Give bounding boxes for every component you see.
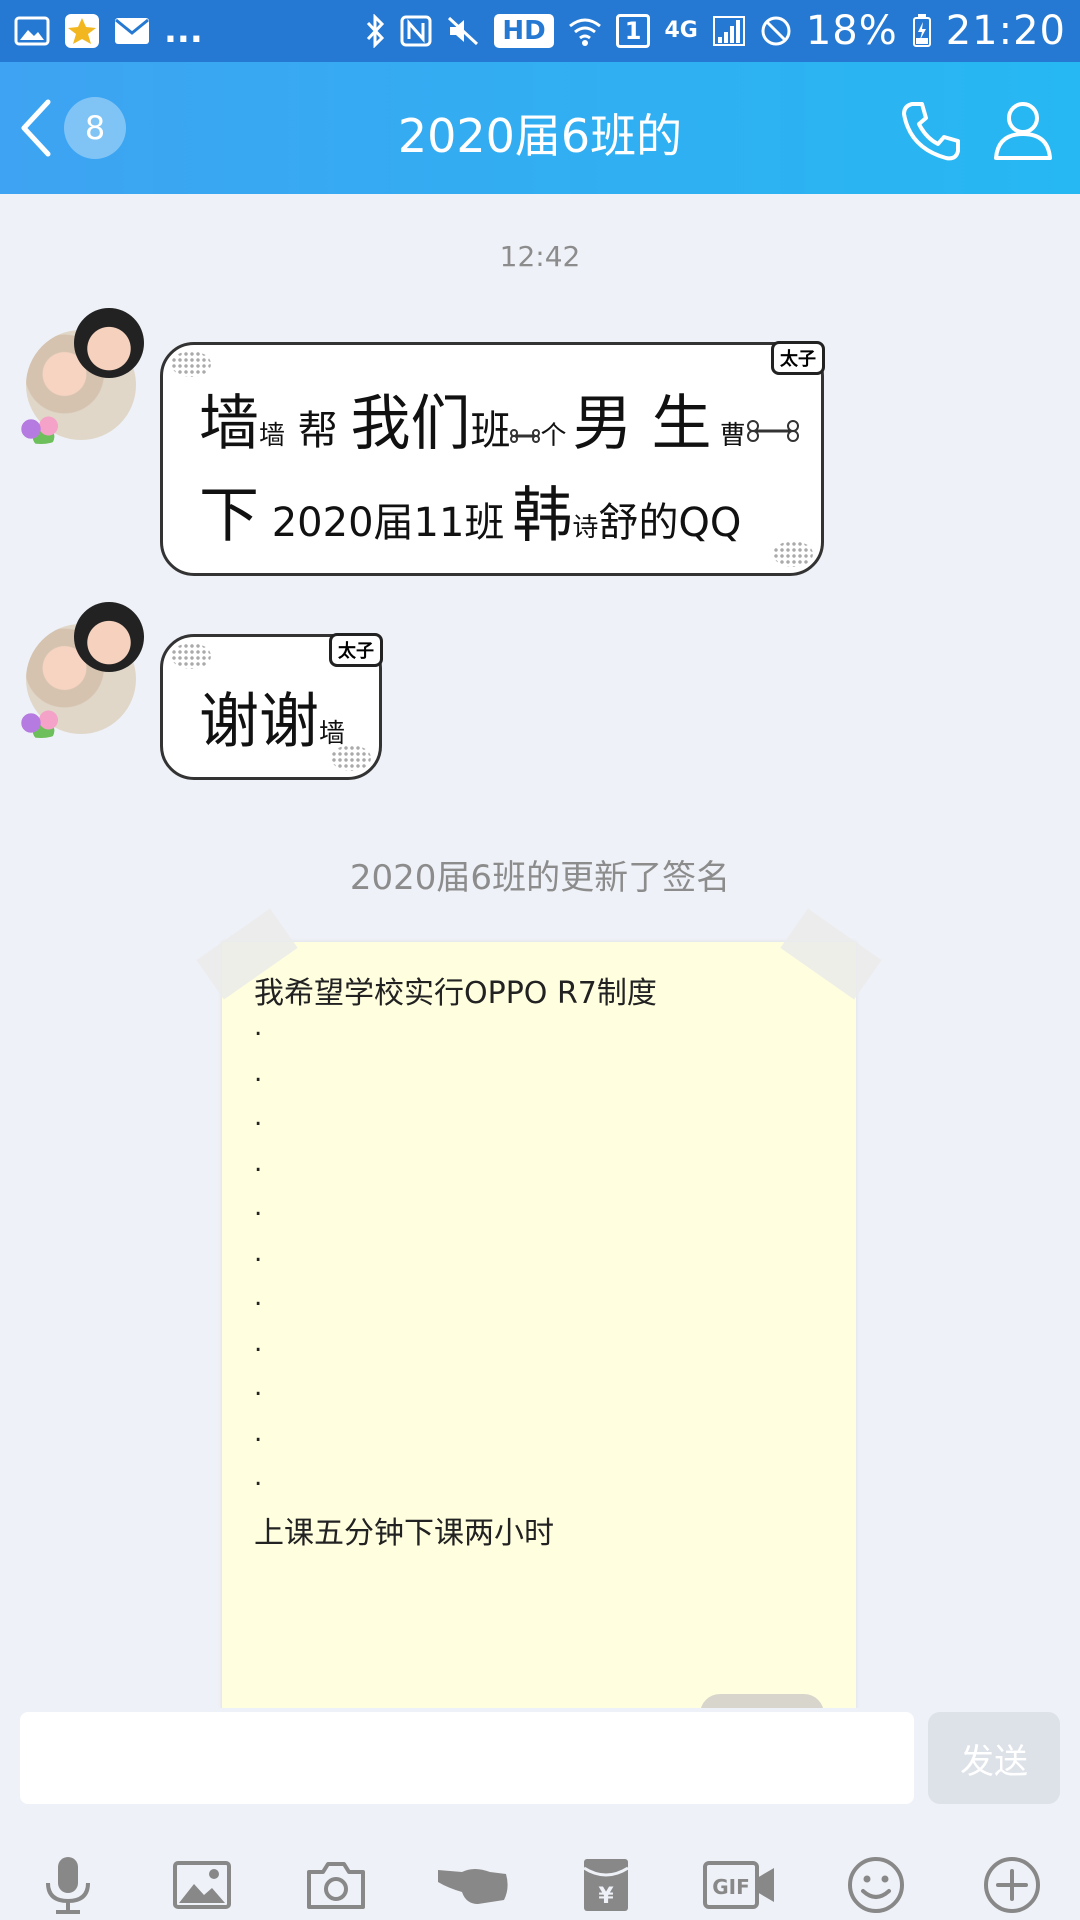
- message-fragment: 舒: [598, 500, 639, 546]
- clock: 21:20: [945, 8, 1066, 54]
- avatar-photo-secondary: [74, 602, 144, 672]
- message-timestamp: 12:42: [499, 240, 581, 273]
- message-line: 下 2020届11班 韩诗舒的QQ: [199, 467, 741, 554]
- battery-charging-icon: [912, 14, 932, 48]
- message-input[interactable]: [20, 1712, 914, 1804]
- person-icon: [994, 102, 1052, 160]
- sender-avatar[interactable]: [16, 308, 146, 444]
- plus-icon[interactable]: [972, 1850, 1052, 1920]
- poke-icon[interactable]: [432, 1850, 512, 1920]
- signature-dot: .: [254, 1148, 263, 1178]
- message-fragment: 墙: [259, 421, 286, 451]
- phone-icon: [902, 102, 960, 161]
- gallery-notification-icon: [14, 16, 50, 46]
- signal-icon: [712, 15, 746, 47]
- message-fragment: 下: [199, 481, 259, 551]
- signature-dot: .: [254, 1102, 263, 1132]
- signature-dot: .: [254, 1058, 263, 1088]
- message-fragment: 诗: [572, 513, 599, 543]
- message-fragment: 帮: [285, 408, 351, 454]
- message-line: 墙墙 帮 我们班个男 生 曹: [199, 375, 800, 462]
- message-fragment: 的QQ: [638, 500, 742, 546]
- call-button[interactable]: [898, 98, 964, 168]
- message-fragment: 男 生: [572, 389, 712, 459]
- message-fragment: 2020届11班: [259, 500, 505, 546]
- tape-decoration: [780, 908, 882, 1000]
- message-fragment: 谢谢: [199, 687, 319, 757]
- signature-dot: .: [254, 1192, 263, 1222]
- red-packet-icon[interactable]: ¥: [566, 1850, 646, 1920]
- input-area: 发送 ¥ GIF: [0, 1708, 1080, 1920]
- message-fragment: 墙: [319, 719, 346, 749]
- signature-dot: .: [254, 1012, 263, 1042]
- status-bar: ... HD 1 4G 18% 21:20: [0, 0, 1080, 62]
- mute-icon: [446, 15, 480, 47]
- sender-avatar[interactable]: [16, 602, 146, 738]
- message-fragment: 班: [470, 408, 511, 454]
- qzone-notification-icon: [64, 13, 100, 49]
- microphone-icon[interactable]: [28, 1850, 108, 1920]
- emoji-icon[interactable]: [836, 1850, 916, 1920]
- bubble-dot-pattern: [171, 351, 211, 377]
- message-bubble[interactable]: 太子 墙墙 帮 我们班个男 生 曹 下 2020届11班 韩诗舒的QQ: [160, 341, 825, 576]
- bluetooth-icon: [364, 14, 386, 48]
- flower-decoration: [16, 414, 66, 444]
- sender-title-tag: 太子: [329, 633, 383, 667]
- status-left: ...: [14, 11, 203, 51]
- image-icon[interactable]: [162, 1850, 242, 1920]
- status-right: HD 1 4G 18% 21:20: [364, 8, 1066, 54]
- sender-title-tag: 太子: [771, 341, 825, 375]
- network-type: 4G: [664, 18, 698, 43]
- signature-dot: .: [254, 1328, 263, 1358]
- bone-sticker-icon: [746, 420, 800, 448]
- message-fragment: 墙: [199, 389, 259, 459]
- nfc-icon: [400, 15, 432, 47]
- send-button[interactable]: 发送: [928, 1712, 1060, 1804]
- signature-dot: .: [254, 1282, 263, 1312]
- signature-card[interactable]: 我希望学校实行OPPO R7制度 . . . . . . . . . . . 上…: [196, 908, 882, 1734]
- message-fragment: 我们: [350, 389, 471, 459]
- message-fragment: 个: [540, 421, 567, 451]
- message-fragment: 韩: [512, 481, 573, 551]
- more-notifications: ...: [164, 11, 203, 51]
- system-notice: 2020届6班的更新了签名: [349, 858, 731, 898]
- message-line: 谢谢墙: [199, 673, 345, 760]
- signature-dot: .: [254, 1372, 263, 1402]
- message-fragment: 曹: [711, 421, 746, 451]
- battery-percent: 18%: [805, 8, 898, 54]
- bone-sticker-icon: [510, 429, 541, 448]
- signature-dot: .: [254, 1418, 263, 1448]
- group-profile-button[interactable]: [990, 98, 1056, 168]
- gif-label: GIF: [712, 1875, 750, 1899]
- mail-notification-icon: [114, 17, 150, 45]
- flower-decoration: [16, 708, 66, 738]
- gif-icon[interactable]: GIF: [700, 1850, 780, 1920]
- message-bubble[interactable]: 太子 谢谢墙: [160, 633, 383, 780]
- do-not-disturb-icon: [760, 15, 792, 47]
- chat-header: 8 2020届6班的: [0, 62, 1080, 194]
- camera-icon[interactable]: [296, 1850, 376, 1920]
- signature-dot: .: [254, 1238, 263, 1268]
- svg-text:¥: ¥: [598, 1884, 614, 1909]
- wifi-icon: [568, 16, 602, 46]
- signature-last-line: 上课五分钟下课两小时: [254, 1516, 554, 1551]
- input-toolbar: ¥ GIF: [0, 1850, 1080, 1920]
- bubble-dot-pattern: [171, 643, 211, 669]
- signature-dot: .: [254, 1462, 263, 1492]
- avatar-photo-secondary: [74, 308, 144, 378]
- signature-first-line: 我希望学校实行OPPO R7制度: [254, 976, 657, 1011]
- bubble-dot-pattern: [773, 541, 813, 567]
- hd-badge: HD: [494, 14, 554, 48]
- sim-badge: 1: [615, 14, 651, 48]
